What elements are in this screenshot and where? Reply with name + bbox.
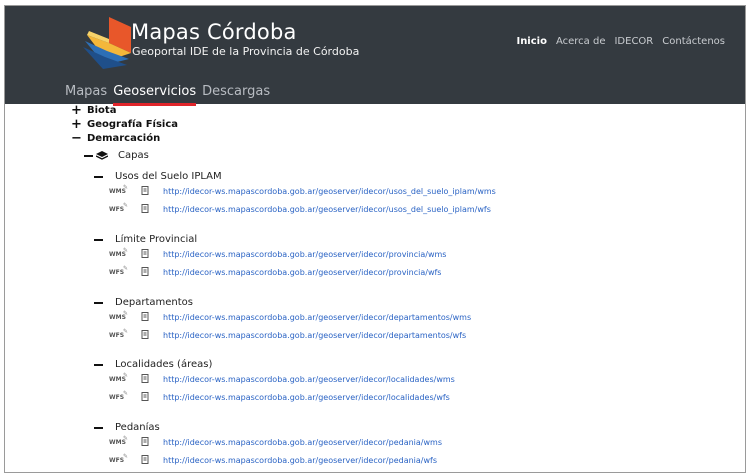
wfs-badge-icon: WFS [109, 453, 129, 464]
site-header: Mapas Córdoba Geoportal IDE de la Provin… [5, 6, 745, 106]
layer-node[interactable]: Usos del Suelo IPLAM [94, 171, 222, 182]
wfs-service-row: WFS http://idecor-ws.mapascordoba.gob.ar/… [109, 265, 441, 277]
wfs-badge-icon: WFS [109, 265, 129, 276]
wms-badge-icon: WMS [109, 435, 129, 446]
wfs-badge-icon: WFS [109, 390, 129, 401]
tab-geoservicios[interactable]: Geoservicios [113, 84, 196, 106]
top-navigation: Inicio Acerca de IDECOR Contáctenos [516, 36, 725, 47]
layers-icon [96, 150, 108, 160]
tab-descargas[interactable]: Descargas [202, 84, 270, 101]
wms-badge-icon: WMS [109, 372, 129, 383]
layer-name: Departamentos [115, 297, 193, 308]
wms-service-row: WMS http://idecor-ws.mapascordoba.gob.ar/… [109, 435, 442, 447]
wfs-service-row: WFS http://idecor-ws.mapascordoba.gob.ar/… [109, 453, 437, 465]
wfs-service-row: WFS http://idecor-ws.mapascordoba.gob.ar/… [109, 202, 491, 214]
site-subtitle: Geoportal IDE de la Provincia de Córdoba [132, 45, 360, 58]
collapse-icon[interactable] [94, 301, 103, 304]
category-geografia-fisica[interactable]: + Geografía Física [71, 117, 179, 132]
wms-url-link[interactable]: http://idecor-ws.mapascordoba.gob.ar/geo… [163, 250, 446, 259]
collapse-icon[interactable] [94, 426, 103, 429]
wms-url-link[interactable]: http://idecor-ws.mapascordoba.gob.ar/geo… [163, 375, 455, 384]
layer-name: Localidades (áreas) [115, 359, 213, 370]
layer-name: Pedanías [115, 422, 160, 433]
copy-url-icon[interactable] [139, 374, 151, 384]
layer-node[interactable]: Límite Provincial [94, 234, 197, 245]
capas-label: Capas [118, 150, 149, 161]
category-biota[interactable]: + Biota [71, 103, 117, 118]
nav-contactenos[interactable]: Contáctenos [662, 36, 725, 47]
layer-node[interactable]: Pedanías [94, 422, 160, 433]
capas-node[interactable]: Capas [84, 150, 149, 161]
wfs-service-row: WFS http://idecor-ws.mapascordoba.gob.ar/… [109, 328, 466, 340]
copy-url-icon[interactable] [139, 312, 151, 322]
expand-icon[interactable]: + [71, 103, 87, 118]
wms-badge-icon: WMS [109, 247, 129, 258]
wfs-url-link[interactable]: http://idecor-ws.mapascordoba.gob.ar/geo… [163, 456, 437, 465]
wms-service-row: WMS http://idecor-ws.mapascordoba.gob.ar/… [109, 247, 446, 259]
collapse-icon[interactable] [94, 238, 103, 241]
layer-node[interactable]: Departamentos [94, 297, 193, 308]
wms-service-row: WMS http://idecor-ws.mapascordoba.gob.ar/… [109, 184, 496, 196]
wfs-url-link[interactable]: http://idecor-ws.mapascordoba.gob.ar/geo… [163, 393, 450, 402]
wfs-badge-icon: WFS [109, 328, 129, 339]
copy-url-icon[interactable] [139, 392, 151, 402]
nav-acerca-de[interactable]: Acerca de [556, 36, 606, 47]
collapse-icon[interactable] [94, 363, 103, 366]
site-title: Mapas Córdoba [131, 20, 297, 44]
nav-idecor[interactable]: IDECOR [614, 36, 653, 47]
category-label: Demarcación [87, 133, 161, 144]
wms-service-row: WMS http://idecor-ws.mapascordoba.gob.ar/… [109, 310, 471, 322]
copy-url-icon[interactable] [139, 186, 151, 196]
wms-service-row: WMS http://idecor-ws.mapascordoba.gob.ar/… [109, 372, 455, 384]
wms-url-link[interactable]: http://idecor-ws.mapascordoba.gob.ar/geo… [163, 313, 471, 322]
copy-url-icon[interactable] [139, 330, 151, 340]
wms-badge-icon: WMS [109, 310, 129, 321]
copy-url-icon[interactable] [139, 249, 151, 259]
copy-url-icon[interactable] [139, 204, 151, 214]
category-label: Geografía Física [87, 119, 179, 130]
nav-inicio[interactable]: Inicio [516, 36, 547, 47]
copy-url-icon[interactable] [139, 455, 151, 465]
layer-node[interactable]: Localidades (áreas) [94, 359, 212, 370]
layer-name: Usos del Suelo IPLAM [115, 171, 222, 182]
section-tabs: Mapas Geoservicios Descargas [65, 84, 270, 106]
layer-name: Límite Provincial [115, 234, 198, 245]
category-demarcacion[interactable]: − Demarcación [71, 131, 161, 146]
wfs-badge-icon: WFS [109, 202, 129, 213]
mapas-cordoba-logo-icon [83, 17, 131, 69]
copy-url-icon[interactable] [139, 437, 151, 447]
copy-url-icon[interactable] [139, 267, 151, 277]
wms-badge-icon: WMS [109, 184, 129, 195]
collapse-icon[interactable]: − [71, 131, 87, 146]
wfs-url-link[interactable]: http://idecor-ws.mapascordoba.gob.ar/geo… [163, 268, 441, 277]
geoservices-tree: + Biota + Geografía Física − Demarcación… [5, 103, 745, 472]
tab-mapas[interactable]: Mapas [65, 84, 107, 101]
wms-url-link[interactable]: http://idecor-ws.mapascordoba.gob.ar/geo… [163, 438, 442, 447]
wfs-url-link[interactable]: http://idecor-ws.mapascordoba.gob.ar/geo… [163, 205, 491, 214]
collapse-icon[interactable] [94, 175, 103, 178]
category-label: Biota [87, 105, 117, 116]
wms-url-link[interactable]: http://idecor-ws.mapascordoba.gob.ar/geo… [163, 187, 496, 196]
wfs-url-link[interactable]: http://idecor-ws.mapascordoba.gob.ar/geo… [163, 331, 466, 340]
wfs-service-row: WFS http://idecor-ws.mapascordoba.gob.ar/… [109, 390, 450, 402]
collapse-icon[interactable] [84, 154, 93, 157]
expand-icon[interactable]: + [71, 117, 87, 132]
browser-frame: Mapas Córdoba Geoportal IDE de la Provin… [4, 5, 746, 473]
